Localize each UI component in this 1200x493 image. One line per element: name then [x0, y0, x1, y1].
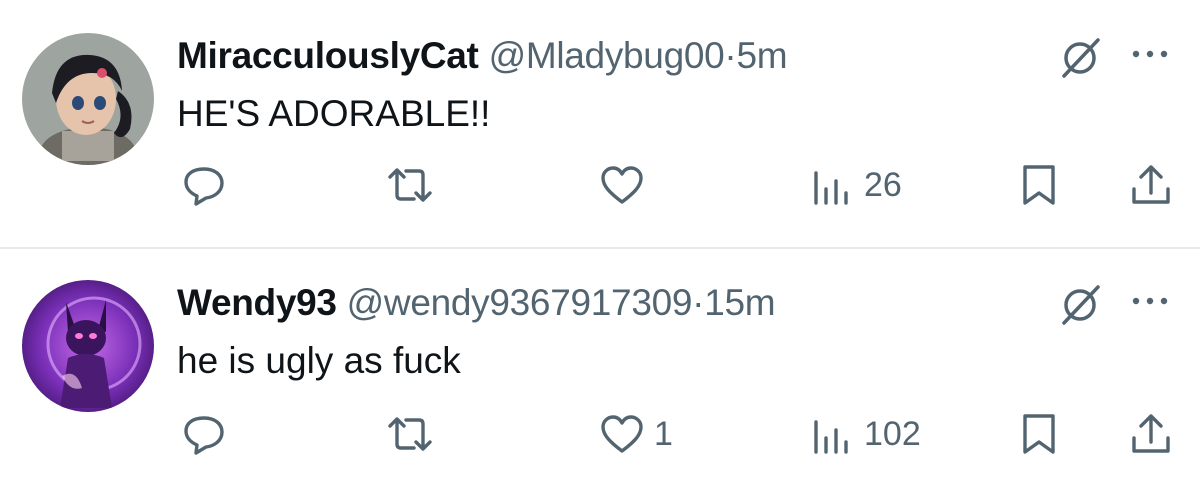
user-handle[interactable]: @wendy9367917309 — [347, 282, 693, 323]
views-button[interactable]: 26 — [808, 160, 902, 210]
views-icon — [814, 420, 848, 454]
reply-feed: MiracculouslyCat @Mladybug00·5m HE'S ADO… — [0, 0, 1200, 493]
reply-icon — [184, 416, 224, 455]
like-icon — [601, 166, 643, 204]
like-button[interactable]: 1 — [598, 409, 673, 459]
repost-icon — [388, 417, 432, 451]
timestamp[interactable]: 5m — [736, 35, 787, 76]
tweet[interactable]: MiracculouslyCat @Mladybug00·5m HE'S ADO… — [0, 0, 1200, 248]
divider — [0, 247, 1200, 249]
avatar[interactable] — [22, 33, 154, 165]
timestamp[interactable]: 15m — [704, 282, 775, 323]
view-count: 102 — [864, 415, 921, 453]
bookmark-icon — [1023, 414, 1055, 454]
separator-dot: · — [692, 282, 705, 323]
more-icon[interactable] — [1128, 44, 1172, 64]
repost-icon — [388, 168, 432, 202]
like-icon — [601, 415, 643, 453]
view-count: 26 — [864, 166, 902, 204]
separator-dot: · — [724, 35, 737, 76]
views-button[interactable]: 102 — [808, 409, 921, 459]
action-bar: 1 102 — [0, 409, 1200, 459]
like-button[interactable] — [598, 160, 654, 210]
display-name[interactable]: MiracculouslyCat — [177, 35, 479, 76]
repost-button[interactable] — [384, 409, 436, 459]
grok-icon[interactable] — [1056, 32, 1106, 82]
more-icon[interactable] — [1128, 291, 1172, 311]
tweet-header: Wendy93 @wendy9367917309·15m — [177, 281, 776, 325]
share-icon — [1132, 165, 1170, 204]
like-count: 1 — [654, 415, 673, 453]
avatar[interactable] — [22, 280, 154, 412]
reply-button[interactable] — [180, 160, 228, 210]
repost-button[interactable] — [384, 160, 436, 210]
bookmark-icon — [1023, 165, 1055, 205]
tweet-header: MiracculouslyCat @Mladybug00·5m — [177, 34, 788, 78]
tweet[interactable]: Wendy93 @wendy9367917309·15m he is ugly … — [0, 250, 1200, 493]
bookmark-button[interactable] — [1019, 160, 1059, 210]
tweet-text: HE'S ADORABLE!! — [177, 93, 491, 134]
bookmark-button[interactable] — [1019, 409, 1059, 459]
share-button[interactable] — [1127, 409, 1175, 459]
share-button[interactable] — [1127, 160, 1175, 210]
action-bar: 26 — [0, 160, 1200, 210]
views-icon — [814, 171, 848, 205]
user-handle[interactable]: @Mladybug00 — [489, 35, 725, 76]
grok-icon[interactable] — [1056, 279, 1106, 329]
display-name[interactable]: Wendy93 — [177, 282, 337, 323]
reply-button[interactable] — [180, 409, 228, 459]
reply-icon — [184, 167, 224, 206]
tweet-text: he is ugly as fuck — [177, 340, 461, 381]
share-icon — [1132, 414, 1170, 453]
